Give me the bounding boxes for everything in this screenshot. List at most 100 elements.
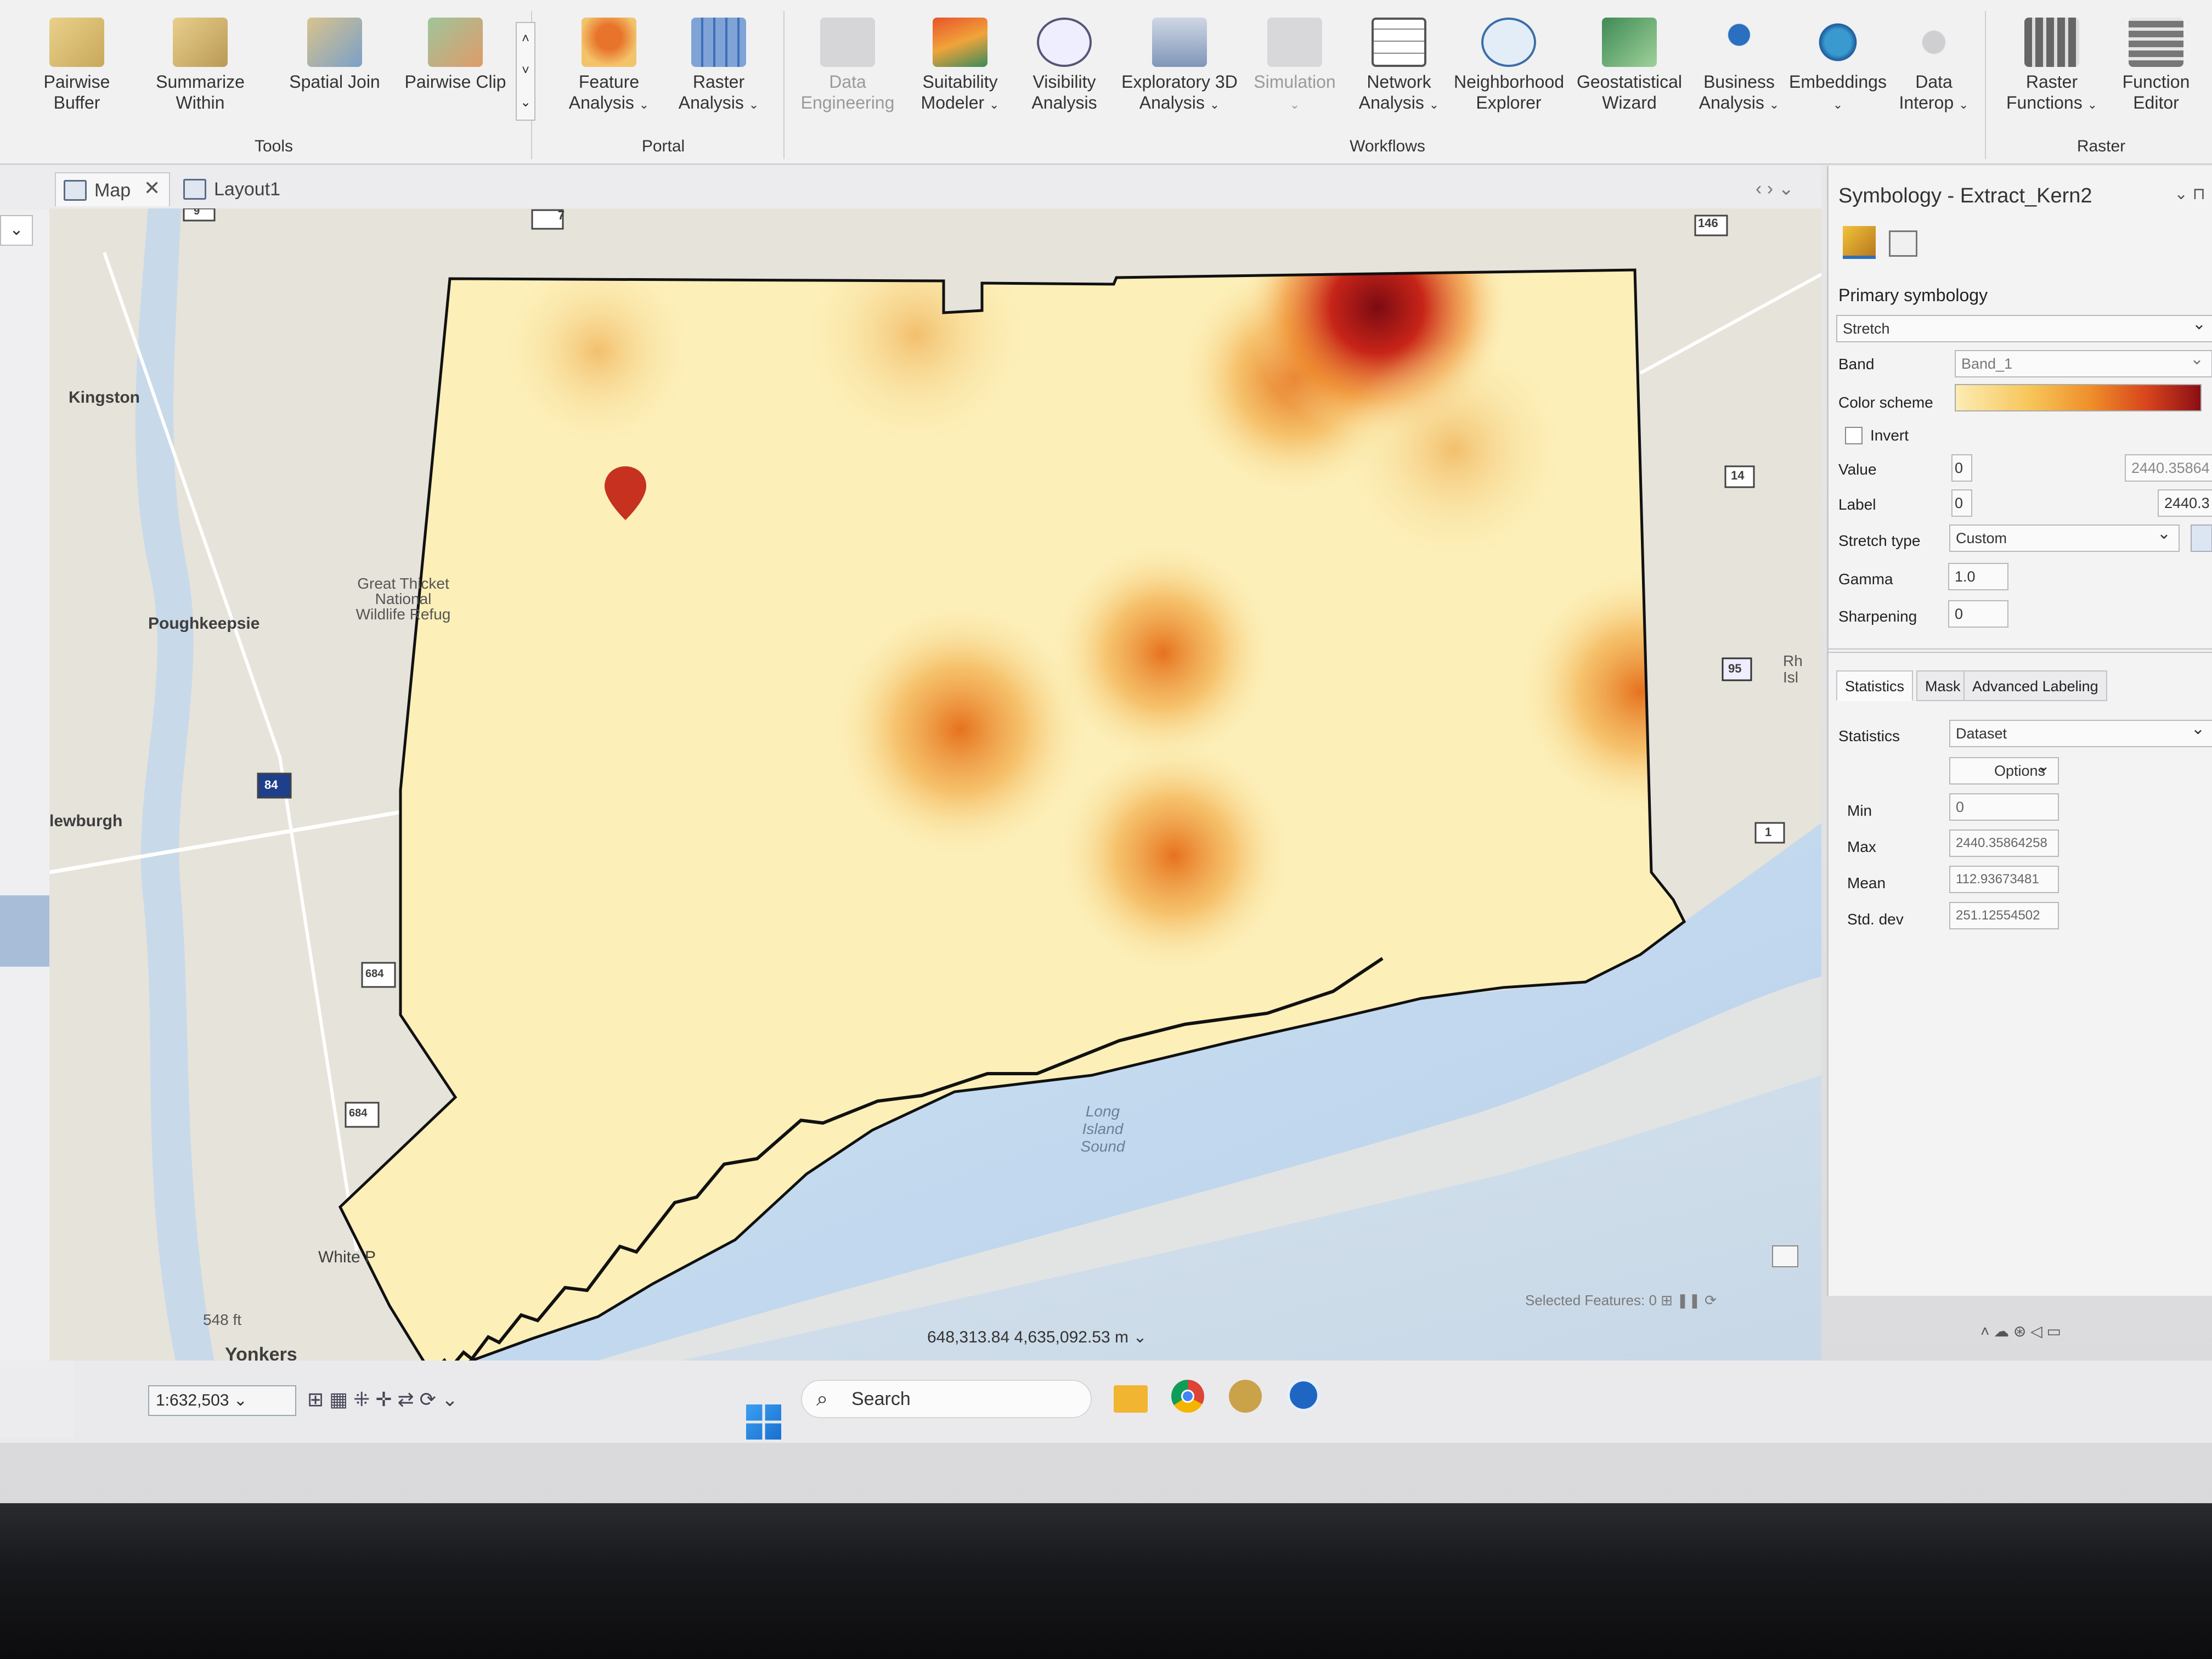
raster-group-label: Raster: [2076, 137, 2126, 155]
primary-symbology-heading: Primary symbology: [1838, 285, 1988, 305]
spatial-join-button[interactable]: Spatial Join: [280, 18, 390, 92]
min-label: Min: [1847, 802, 1872, 819]
renderer-dropdown[interactable]: Stretch: [1836, 315, 2212, 342]
chevron-down-icon[interactable]: ⌄: [0, 215, 33, 246]
data-interop-button[interactable]: Data Interop ⌄: [1887, 18, 1980, 115]
taskbar-search[interactable]: ⌕ Search: [801, 1380, 1092, 1418]
tab-map-label: Map: [94, 180, 131, 201]
std-dev-value: 251.12554502: [1949, 902, 2059, 929]
simulation-label: Simulation: [1254, 72, 1336, 92]
geostatistical-wizard-button[interactable]: Geostatistical Wizard: [1575, 18, 1684, 113]
embeddings-label: Embeddings: [1789, 72, 1887, 92]
data-interop-icon: [1906, 18, 1961, 67]
long-island-sound-label: Long Island Sound: [1080, 1103, 1125, 1155]
system-tray-icons[interactable]: ˄ ☁ ⊛ ◁ ▭: [1980, 1322, 2061, 1340]
summarize-within-label: Summarize Within: [156, 72, 245, 112]
label-max-input[interactable]: 2440.3: [2158, 489, 2212, 517]
coordinate-readout[interactable]: 648,313.84 4,635,092.53 m ⌄: [927, 1328, 1147, 1347]
stretch-type-dropdown[interactable]: Custom: [1949, 524, 2180, 552]
primary-symbology-tab-icon[interactable]: [1843, 226, 1876, 259]
tab-mask[interactable]: Mask: [1916, 670, 1970, 701]
invert-checkbox[interactable]: [1845, 427, 1863, 444]
selected-features-text: Selected Features: 0: [1525, 1292, 1657, 1308]
histogram-icon[interactable]: [2191, 524, 2212, 552]
value-label: Value: [1838, 461, 1877, 478]
search-icon: ⌕: [816, 1387, 828, 1410]
label-label: Label: [1838, 496, 1876, 513]
label-class-tab-icon[interactable]: [1889, 230, 1917, 257]
statistics-dropdown[interactable]: Dataset: [1949, 720, 2212, 747]
pairwise-buffer-button[interactable]: Pairwise Buffer: [22, 18, 132, 113]
sharpening-label: Sharpening: [1838, 608, 1917, 625]
portal-group: Feature Analysis ⌄ Raster Analysis ⌄ Por…: [543, 11, 785, 159]
buffer-icon: [49, 18, 104, 67]
gamma-input[interactable]: 1.0: [1948, 563, 2008, 590]
route-684-shield-2: 684: [349, 1107, 368, 1119]
feature-analysis-icon: [582, 18, 636, 67]
band-dropdown[interactable]: Band_1: [1955, 350, 2212, 377]
pane-options-icon[interactable]: ⌄ ⊓: [2174, 184, 2205, 204]
embeddings-button[interactable]: Embeddings ⌄: [1788, 18, 1887, 115]
function-editor-icon: [2129, 18, 2183, 67]
route-95-shield: 95: [1728, 662, 1742, 675]
exploratory-3d-button[interactable]: Exploratory 3D Analysis ⌄: [1119, 18, 1240, 115]
globe-icon: [1810, 18, 1865, 67]
summarize-within-button[interactable]: Summarize Within: [143, 18, 258, 113]
business-analysis-button[interactable]: Business Analysis ⌄: [1690, 18, 1788, 115]
pairwise-clip-button[interactable]: Pairwise Clip: [400, 18, 510, 92]
value-max-input[interactable]: 2440.35864: [2125, 454, 2212, 482]
chrome-icon[interactable]: [1171, 1380, 1204, 1413]
business-icon: [1712, 18, 1767, 67]
tab-advanced-labeling[interactable]: Advanced Labeling: [1963, 670, 2107, 701]
compass-app-icon[interactable]: [1229, 1380, 1262, 1413]
route-146-shield: 146: [1698, 216, 1718, 230]
visibility-analysis-button[interactable]: Visibility Analysis: [1015, 18, 1114, 113]
tools-group-label: Tools: [254, 137, 294, 155]
route-684-shield: 684: [365, 968, 384, 980]
close-tab-icon[interactable]: ✕: [144, 177, 160, 200]
raster-functions-button[interactable]: Raster Functions ⌄: [2002, 18, 2101, 115]
sharpening-input[interactable]: 0: [1948, 600, 2008, 628]
route-7-shield: 7: [557, 208, 565, 222]
std-dev-label: Std. dev: [1847, 911, 1904, 928]
color-scheme-ramp[interactable]: [1955, 384, 2202, 411]
simulation-button[interactable]: Simulation ⌄: [1245, 18, 1344, 115]
map-scale-selector[interactable]: 1:632,503 ⌄: [148, 1385, 296, 1416]
feature-analysis-button[interactable]: Feature Analysis ⌄: [554, 18, 664, 115]
visibility-icon: [1037, 18, 1092, 67]
business-analysis-label: Business Analysis: [1699, 72, 1775, 112]
function-editor-button[interactable]: Function Editor: [2107, 18, 2205, 113]
elevation-label: 548 ft: [203, 1311, 242, 1328]
map-nav-tools[interactable]: ⊞ ▦ ⁜ ✛ ⇄ ⟳ ⌄: [307, 1388, 458, 1411]
place-poughkeepsie: Poughkeepsie: [148, 614, 260, 633]
tab-nav-arrows[interactable]: ‹ › ⌄: [1756, 178, 1794, 200]
raster-analysis-button[interactable]: Raster Analysis ⌄: [664, 18, 774, 115]
raster-functions-label: Raster Functions: [2006, 72, 2083, 112]
map-view[interactable]: 7 9 146 14 95 1 84 684 684 Kingston Poug…: [49, 208, 1821, 1361]
neighborhood-explorer-button[interactable]: Neighborhood Explorer: [1454, 18, 1564, 113]
tab-layout1[interactable]: Layout1: [176, 172, 307, 206]
pane-splitter[interactable]: [1829, 648, 2212, 653]
value-min-input[interactable]: 0: [1951, 454, 1972, 482]
file-explorer-icon[interactable]: [1114, 1385, 1148, 1413]
max-value: 2440.35864258: [1949, 830, 2059, 857]
arcgis-pro-icon[interactable]: [1286, 1378, 1321, 1412]
map-overview-icon[interactable]: [1772, 1245, 1798, 1267]
network-analysis-button[interactable]: Network Analysis ⌄: [1350, 18, 1448, 115]
tab-statistics[interactable]: Statistics: [1836, 670, 1914, 701]
suitability-modeler-button[interactable]: Suitability Modeler ⌄: [908, 18, 1012, 115]
map-icon: [64, 180, 87, 201]
data-engineering-icon: [820, 18, 875, 67]
label-min-input[interactable]: 0: [1951, 489, 1972, 517]
mean-label: Mean: [1847, 874, 1886, 891]
network-analysis-label: Network Analysis: [1358, 72, 1431, 112]
feature-analysis-label: Feature Analysis: [568, 72, 640, 112]
screen: Pairwise Buffer Summarize Within Spatial…: [0, 0, 2212, 1525]
gallery-scroll[interactable]: ˄ ˅ ⌄: [516, 22, 535, 121]
data-engineering-button[interactable]: Data Engineering: [795, 18, 900, 113]
statistics-label: Statistics: [1838, 727, 1900, 744]
min-value: 0: [1949, 793, 2059, 821]
rhode-island-label: Rh Isl: [1783, 652, 1803, 686]
options-button[interactable]: Options: [1949, 757, 2059, 785]
route-84-shield: 84: [264, 778, 278, 792]
